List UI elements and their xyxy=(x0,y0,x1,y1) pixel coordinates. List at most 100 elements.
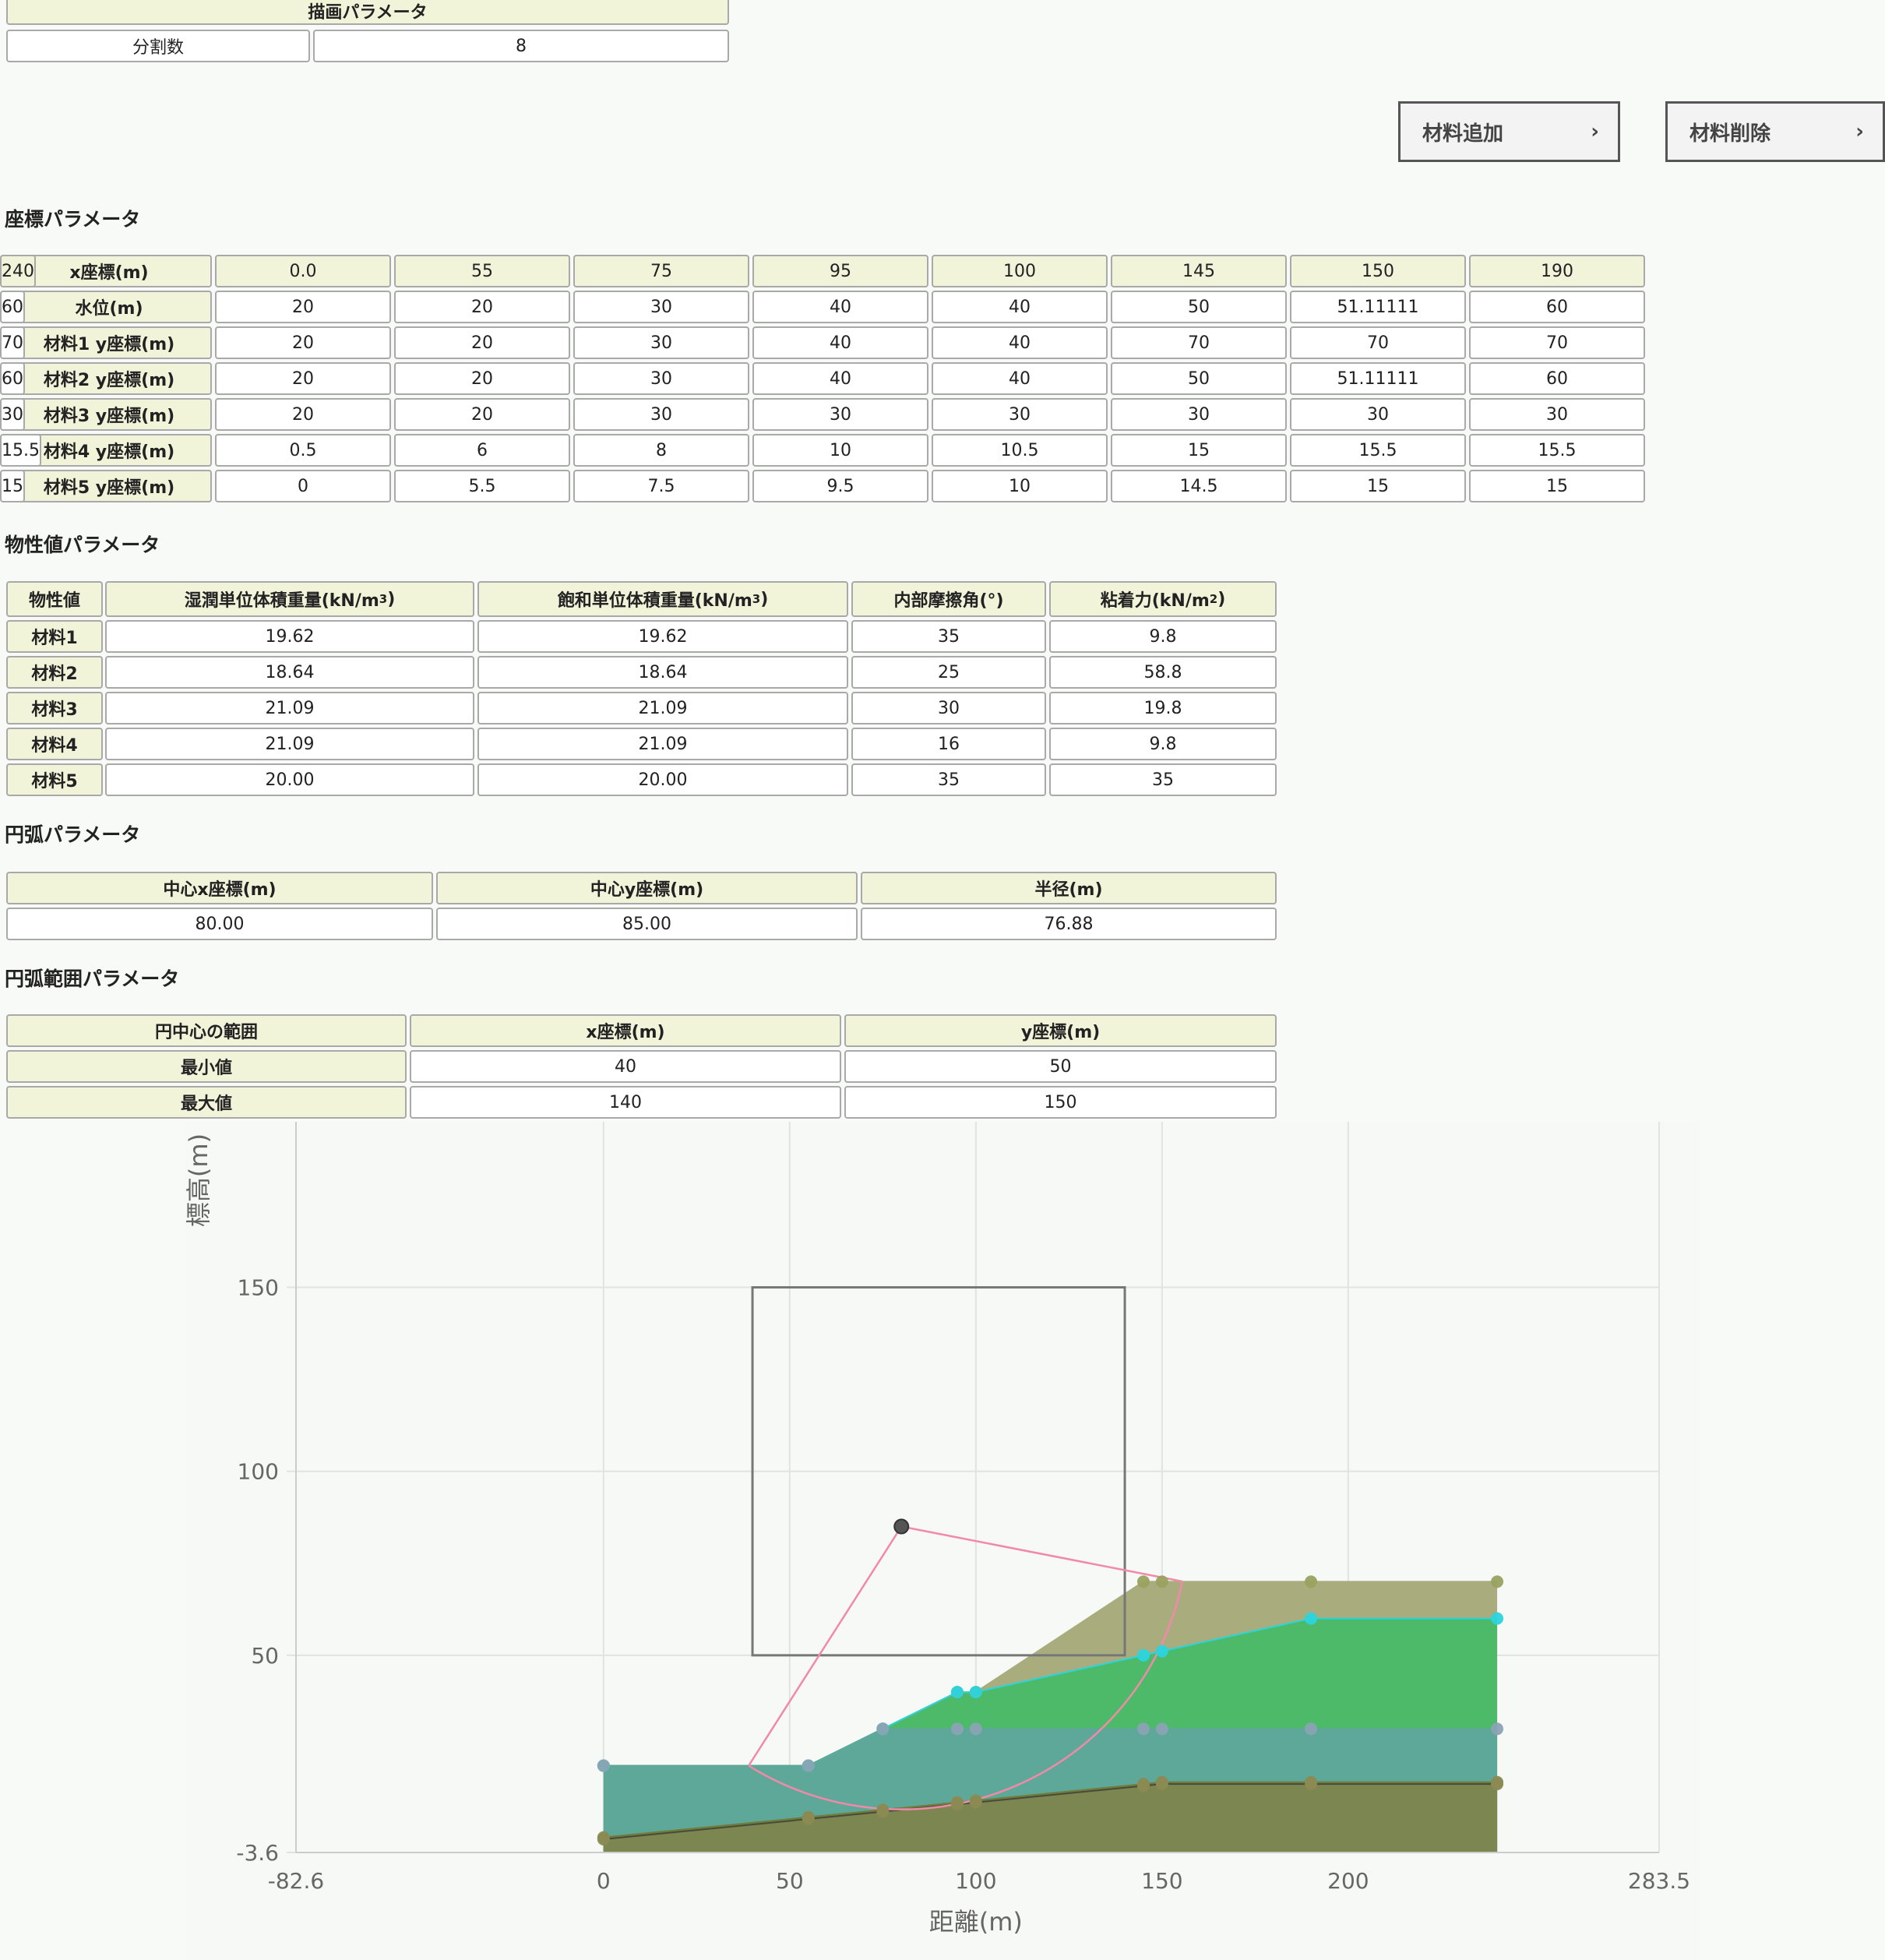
y-coord-input[interactable]: 20 xyxy=(394,398,570,431)
y-coord-input[interactable]: 60 xyxy=(1469,362,1645,395)
y-coord-input[interactable]: 30 xyxy=(1290,398,1466,431)
y-coord-input[interactable]: 30 xyxy=(752,398,928,431)
property-input[interactable]: 58.8 xyxy=(1049,656,1277,689)
y-coord-input[interactable]: 40 xyxy=(752,362,928,395)
delete-material-button[interactable]: 材料削除 › xyxy=(1665,101,1885,162)
x-coord-input[interactable]: 0.0 xyxy=(215,255,391,287)
y-coord-input[interactable]: 60 xyxy=(0,291,25,323)
y-coord-input[interactable]: 40 xyxy=(752,326,928,359)
y-coord-input[interactable]: 30 xyxy=(573,291,749,323)
y-coord-input[interactable]: 7.5 xyxy=(573,470,749,502)
division-count-input[interactable]: 8 xyxy=(313,30,729,62)
y-coord-input[interactable]: 20 xyxy=(394,362,570,395)
property-input[interactable]: 21.09 xyxy=(105,728,474,760)
property-input[interactable]: 25 xyxy=(851,656,1046,689)
arc-center-x-input[interactable]: 80.00 xyxy=(6,908,433,940)
x-coord-input[interactable]: 240 xyxy=(0,255,36,287)
y-coord-input[interactable]: 51.11111 xyxy=(1290,362,1466,395)
y-coord-input[interactable]: 20 xyxy=(215,291,391,323)
y-coord-input[interactable]: 20 xyxy=(215,326,391,359)
x-coord-input[interactable]: 55 xyxy=(394,255,570,287)
y-coord-input[interactable]: 50 xyxy=(1111,291,1287,323)
x-coord-input[interactable]: 100 xyxy=(932,255,1108,287)
property-input[interactable]: 19.62 xyxy=(105,620,474,653)
y-coord-input[interactable]: 6 xyxy=(394,434,570,467)
x-coord-input[interactable]: 190 xyxy=(1469,255,1645,287)
y-coord-input[interactable]: 30 xyxy=(1469,398,1645,431)
property-input[interactable]: 21.09 xyxy=(105,692,474,724)
y-coord-input[interactable]: 10 xyxy=(752,434,928,467)
y-coord-input[interactable]: 51.11111 xyxy=(1290,291,1466,323)
material-label: 材料5 xyxy=(6,763,103,796)
y-coord-input[interactable]: 15.5 xyxy=(1469,434,1645,467)
material-label: 材料1 xyxy=(6,620,103,653)
y-coord-input[interactable]: 70 xyxy=(1111,326,1287,359)
property-input[interactable]: 16 xyxy=(851,728,1046,760)
y-coord-input[interactable]: 20 xyxy=(394,291,570,323)
y-coord-input[interactable]: 30 xyxy=(1111,398,1287,431)
y-coord-input[interactable]: 10 xyxy=(932,470,1108,502)
y-coord-input[interactable]: 40 xyxy=(932,326,1108,359)
y-coord-input[interactable]: 8 xyxy=(573,434,749,467)
property-input[interactable]: 20.00 xyxy=(105,763,474,796)
y-coord-input[interactable]: 40 xyxy=(752,291,928,323)
property-input[interactable]: 18.64 xyxy=(105,656,474,689)
property-input[interactable]: 21.09 xyxy=(477,728,848,760)
chevron-right-icon: › xyxy=(1855,120,1864,143)
y-coord-input[interactable]: 10.5 xyxy=(932,434,1108,467)
arc-radius-input[interactable]: 76.88 xyxy=(861,908,1277,940)
y-coord-input[interactable]: 30 xyxy=(573,326,749,359)
property-input[interactable]: 30 xyxy=(851,692,1046,724)
x-coord-input[interactable]: 75 xyxy=(573,255,749,287)
y-coord-input[interactable]: 30 xyxy=(932,398,1108,431)
y-coord-input[interactable]: 20 xyxy=(394,326,570,359)
property-input[interactable]: 18.64 xyxy=(477,656,848,689)
x-coord-input[interactable]: 150 xyxy=(1290,255,1466,287)
y-coord-input[interactable]: 60 xyxy=(1469,291,1645,323)
y-coord-input[interactable]: 40 xyxy=(932,291,1108,323)
y-coord-input[interactable]: 30 xyxy=(573,398,749,431)
y-coord-input[interactable]: 0 xyxy=(215,470,391,502)
y-coord-input[interactable]: 15 xyxy=(1111,434,1287,467)
range-min-x-input[interactable]: 40 xyxy=(410,1050,841,1083)
range-max-y-input[interactable]: 150 xyxy=(844,1086,1277,1119)
y-coord-input[interactable]: 9.5 xyxy=(752,470,928,502)
property-input[interactable]: 19.8 xyxy=(1049,692,1277,724)
y-coord-input[interactable]: 20 xyxy=(215,362,391,395)
coord-row-label: 材料3 y座標(m) xyxy=(6,398,212,431)
y-coord-input[interactable]: 15.5 xyxy=(1290,434,1466,467)
y-coord-input[interactable]: 15 xyxy=(0,470,25,502)
y-coord-input[interactable]: 40 xyxy=(932,362,1108,395)
y-coord-input[interactable]: 50 xyxy=(1111,362,1287,395)
coord-row-label: 水位(m) xyxy=(6,291,212,323)
property-input[interactable]: 9.8 xyxy=(1049,620,1277,653)
y-coord-input[interactable]: 60 xyxy=(0,362,25,395)
range-min-y-input[interactable]: 50 xyxy=(844,1050,1277,1083)
y-coord-input[interactable]: 30 xyxy=(573,362,749,395)
y-coord-input[interactable]: 70 xyxy=(1469,326,1645,359)
data-point xyxy=(950,1798,964,1811)
property-input[interactable]: 19.62 xyxy=(477,620,848,653)
y-coord-input[interactable]: 5.5 xyxy=(394,470,570,502)
property-input[interactable]: 35 xyxy=(851,620,1046,653)
y-coord-input[interactable]: 15 xyxy=(1290,470,1466,502)
y-coord-input[interactable]: 30 xyxy=(0,398,25,431)
y-coord-input[interactable]: 15 xyxy=(1469,470,1645,502)
property-input[interactable]: 21.09 xyxy=(477,692,848,724)
add-material-button[interactable]: 材料追加 › xyxy=(1398,101,1620,162)
property-input[interactable]: 9.8 xyxy=(1049,728,1277,760)
y-coord-input[interactable]: 0.5 xyxy=(215,434,391,467)
y-coord-input[interactable]: 70 xyxy=(1290,326,1466,359)
property-input[interactable]: 35 xyxy=(851,763,1046,796)
property-input[interactable]: 35 xyxy=(1049,763,1277,796)
x-coord-input[interactable]: 145 xyxy=(1111,255,1287,287)
range-max-x-input[interactable]: 140 xyxy=(410,1086,841,1119)
y-coord-input[interactable]: 15.5 xyxy=(0,434,41,467)
y-coord-input[interactable]: 14.5 xyxy=(1111,470,1287,502)
property-input[interactable]: 20.00 xyxy=(477,763,848,796)
y-coord-input[interactable]: 70 xyxy=(0,326,25,359)
y-coord-input[interactable]: 20 xyxy=(215,398,391,431)
data-point xyxy=(802,1813,815,1826)
arc-center-y-input[interactable]: 85.00 xyxy=(436,908,858,940)
x-coord-input[interactable]: 95 xyxy=(752,255,928,287)
